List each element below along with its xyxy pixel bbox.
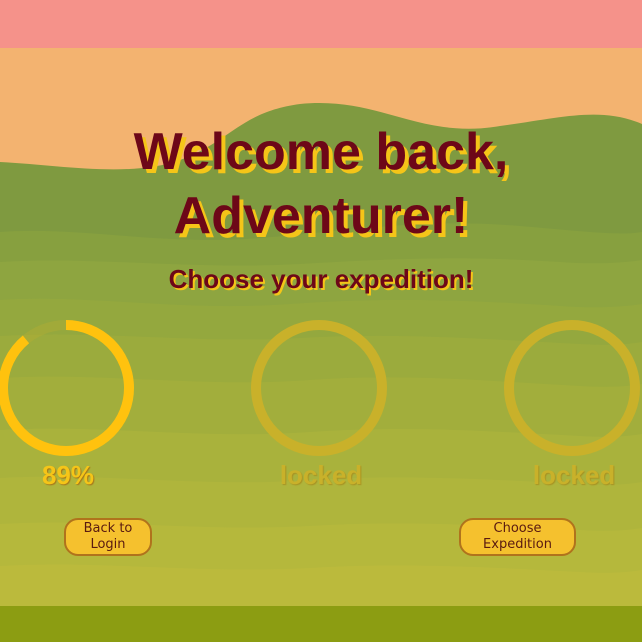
ground-strip — [0, 606, 642, 642]
expedition-prompt: Choose your expedition! — [168, 264, 474, 294]
choose-expedition-button[interactable]: Choose Expedition — [459, 518, 576, 556]
level-1-progress-ring — [0, 320, 134, 456]
welcome-title-line-2: Adventurer! — [173, 187, 469, 245]
expedition-level-3[interactable]: locked — [504, 320, 642, 500]
expedition-select-screen: Welcome back, Adventurer! Choose your ex… — [0, 0, 642, 642]
level-2-status-label: locked — [279, 460, 363, 490]
level-3-locked-ring — [504, 320, 640, 456]
level-3-ring-track — [504, 320, 640, 456]
back-to-login-button[interactable]: Back to Login — [64, 518, 152, 556]
expedition-level-1[interactable]: 89% — [0, 320, 138, 500]
expedition-level-2[interactable]: locked — [251, 320, 391, 500]
level-2-locked-ring — [251, 320, 387, 456]
welcome-title: Welcome back, Adventurer! — [0, 120, 642, 248]
welcome-title-line-1: Welcome back, — [133, 123, 509, 181]
level-3-status-label: locked — [532, 460, 616, 490]
level-2-ring-track — [251, 320, 387, 456]
level-1-ring-progress — [0, 320, 134, 456]
sky-top-band — [0, 0, 642, 48]
level-1-progress-label: 89% — [41, 460, 95, 490]
